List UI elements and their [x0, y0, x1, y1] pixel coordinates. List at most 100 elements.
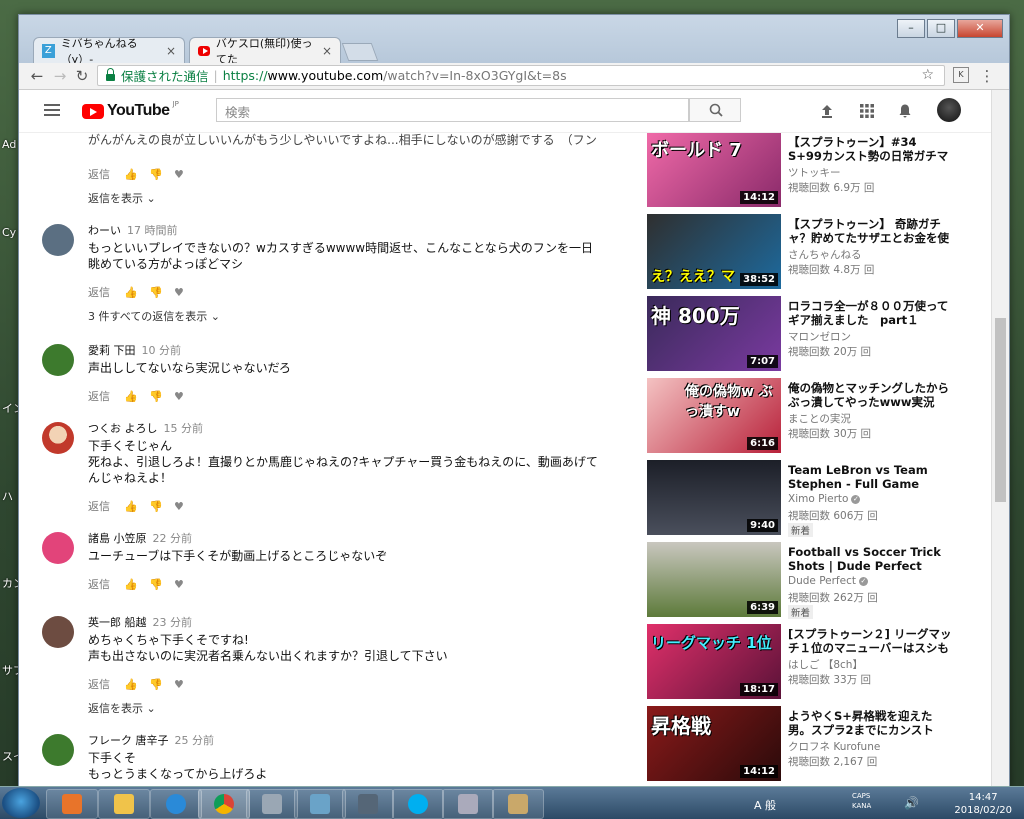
desktop-icon-label[interactable]: ハ [2, 488, 13, 504]
thumbs-up-icon[interactable]: 👍 [124, 679, 138, 690]
taskbar-skype[interactable] [392, 789, 444, 819]
show-replies-link[interactable]: 返信を表示 ⌄ [88, 190, 156, 206]
reply-button[interactable]: 返信 [88, 166, 110, 182]
channel-name[interactable]: Dude Perfect ✓ [788, 575, 868, 587]
related-video[interactable]: 昇格戦 14:12 ようやくS+昇格戦を迎えた男。スプラ2までにカンスト#12【ス… [647, 706, 967, 782]
thumbs-up-icon[interactable]: 👍 [124, 287, 138, 298]
reply-button[interactable]: 返信 [88, 388, 110, 404]
thumbs-down-icon[interactable]: 👎 [149, 679, 163, 690]
thumbs-up-icon[interactable]: 👍 [124, 579, 138, 590]
taskbar-app[interactable] [492, 789, 544, 819]
taskbar-chrome[interactable] [198, 789, 250, 819]
volume-icon[interactable]: 🔊 [904, 796, 919, 810]
notification-bell-icon[interactable] [897, 103, 913, 119]
tab-close-icon[interactable]: × [166, 44, 176, 58]
tab-close-icon[interactable]: × [322, 44, 332, 58]
back-arrow-icon[interactable]: ← [27, 66, 47, 86]
show-replies-link[interactable]: 返信を表示 ⌄ [88, 700, 156, 716]
comment-author[interactable]: フレーク 唐辛子 25 分前 [88, 732, 214, 748]
channel-name[interactable]: ツトッキー [788, 165, 841, 180]
user-avatar[interactable] [42, 532, 74, 564]
thumbs-up-icon[interactable]: 👍 [124, 169, 138, 180]
taskbar-calculator[interactable] [246, 789, 298, 819]
taskbar-explorer[interactable] [98, 789, 150, 819]
related-video[interactable]: 神 800万 7:07 ロラコラ全一が８００万使ってギア揃えました part１ マ… [647, 296, 967, 372]
heart-icon[interactable]: ♥ [174, 391, 185, 402]
start-button[interactable] [2, 788, 40, 818]
browser-tab-active[interactable]: バケスロ(無印)使ってた × [189, 37, 341, 66]
user-avatar[interactable] [42, 616, 74, 648]
video-thumbnail[interactable]: 俺の偽物w ぶっ潰すw 6:16 [647, 378, 781, 453]
user-avatar[interactable] [42, 344, 74, 376]
upload-icon[interactable] [819, 103, 835, 119]
comment-author[interactable]: わーい 17 時間前 [88, 222, 178, 238]
maximize-button[interactable]: □ [927, 19, 955, 38]
user-avatar[interactable] [42, 422, 74, 454]
reply-button[interactable]: 返信 [88, 676, 110, 692]
user-avatar[interactable] [42, 224, 74, 256]
thumbs-down-icon[interactable]: 👎 [149, 391, 163, 402]
video-title[interactable]: [スプラトゥーン２] リーグマッチ１位のマニューバーはスシも [788, 627, 953, 655]
heart-icon[interactable]: ♥ [174, 501, 185, 512]
desktop-icon-label[interactable]: Cy [2, 226, 16, 239]
thumbs-down-icon[interactable]: 👎 [149, 169, 163, 180]
taskbar-app[interactable] [294, 789, 346, 819]
desktop-icon-label[interactable]: Ad [2, 138, 16, 151]
system-clock[interactable]: 14:47 2018/02/20 [954, 791, 1012, 817]
video-title[interactable]: 【スプラトゥーン】#34 S+99カンスト勢の日常ガチマッチ [788, 135, 953, 163]
user-avatar[interactable] [42, 734, 74, 766]
video-thumbnail[interactable]: リーグマッチ 1位 18:17 [647, 624, 781, 699]
video-thumbnail[interactable]: 昇格戦 14:12 [647, 706, 781, 781]
youtube-logo[interactable]: YouTube JP [82, 100, 179, 120]
page-scrollbar[interactable] [991, 90, 1009, 787]
new-tab-button[interactable] [341, 43, 379, 61]
channel-name[interactable]: マロンゼロン [788, 329, 851, 344]
scrollbar-thumb[interactable] [995, 318, 1006, 502]
video-thumbnail[interactable]: 6:39 [647, 542, 781, 617]
apps-grid-icon[interactable] [859, 103, 875, 119]
reply-button[interactable]: 返信 [88, 576, 110, 592]
thumbs-down-icon[interactable]: 👎 [149, 501, 163, 512]
chrome-menu-icon[interactable]: ⋮ [977, 66, 997, 86]
thumbs-up-icon[interactable]: 👍 [124, 391, 138, 402]
comment-author[interactable]: 愛莉 下田 10 分前 [88, 342, 181, 358]
video-thumbnail[interactable]: ボールド 7 14:12 [647, 132, 781, 207]
video-title[interactable]: ロラコラ全一が８００万使ってギア揃えました part１ [788, 299, 953, 327]
address-bar[interactable]: 保護された通信 | https://www.youtube.com/watch?… [97, 65, 945, 86]
comment-author[interactable]: 英一郎 船越 23 分前 [88, 614, 192, 630]
video-title[interactable]: ようやくS+昇格戦を迎えた男。スプラ2までにカンスト#12【ス [788, 709, 953, 737]
search-input[interactable]: 検索 [216, 98, 689, 122]
video-title[interactable]: 俺の偽物とマッチングしたからぶっ潰してやったwww実況【ス [788, 381, 953, 409]
taskbar-media-player[interactable] [46, 789, 98, 819]
reply-button[interactable]: 返信 [88, 284, 110, 300]
related-video[interactable]: 9:40 Team LeBron vs Team Stephen - Full … [647, 460, 967, 537]
related-video[interactable]: え？ええ？マ 38:52 【スプラトゥーン】 奇跡ガチャ？貯めてたサザエとお金を使… [647, 214, 967, 290]
bookmark-star-icon[interactable]: ☆ [921, 67, 934, 83]
hamburger-menu-icon[interactable] [44, 104, 60, 116]
video-title[interactable]: Team LeBron vs Team Stephen - Full Game … [788, 463, 953, 491]
reply-button[interactable]: 返信 [88, 498, 110, 514]
taskbar-app[interactable] [342, 789, 394, 819]
video-title[interactable]: 【スプラトゥーン】 奇跡ガチャ？貯めてたサザエとお金を使い [788, 217, 953, 245]
show-replies-link[interactable]: 3 件すべての返信を表示 ⌄ [88, 308, 220, 324]
video-thumbnail[interactable]: え？ええ？マ 38:52 [647, 214, 781, 289]
channel-name[interactable]: はしご 【8ch】 [788, 657, 863, 672]
forward-arrow-icon[interactable]: → [50, 66, 70, 86]
account-avatar[interactable] [937, 98, 961, 122]
channel-name[interactable]: クロフネ Kurofune [788, 739, 880, 754]
taskbar-ie[interactable] [150, 789, 202, 819]
comment-author[interactable]: つくお よろし 15 分前 [88, 420, 203, 436]
video-title[interactable]: Football vs Soccer Trick Shots | Dude Pe… [788, 545, 953, 573]
related-video[interactable]: リーグマッチ 1位 18:17 [スプラトゥーン２] リーグマッチ１位のマニューバ… [647, 624, 967, 700]
search-button[interactable] [689, 98, 741, 122]
heart-icon[interactable]: ♥ [174, 287, 185, 298]
close-window-button[interactable]: ✕ [957, 19, 1003, 38]
extension-icon[interactable]: K [953, 67, 969, 83]
related-video[interactable]: 6:39 Football vs Soccer Trick Shots | Du… [647, 542, 967, 619]
related-video[interactable]: 俺の偽物w ぶっ潰すw 6:16 俺の偽物とマッチングしたからぶっ潰してやったww… [647, 378, 967, 454]
channel-name[interactable]: Ximo Pierto ✓ [788, 493, 861, 505]
browser-tab[interactable]: Z ミバちゃんねる（y）- × [33, 37, 185, 66]
ime-indicator[interactable]: A 般 [754, 797, 776, 813]
comment-author[interactable]: 諸島 小笠原 22 分前 [88, 530, 192, 546]
thumbs-down-icon[interactable]: 👎 [149, 287, 163, 298]
